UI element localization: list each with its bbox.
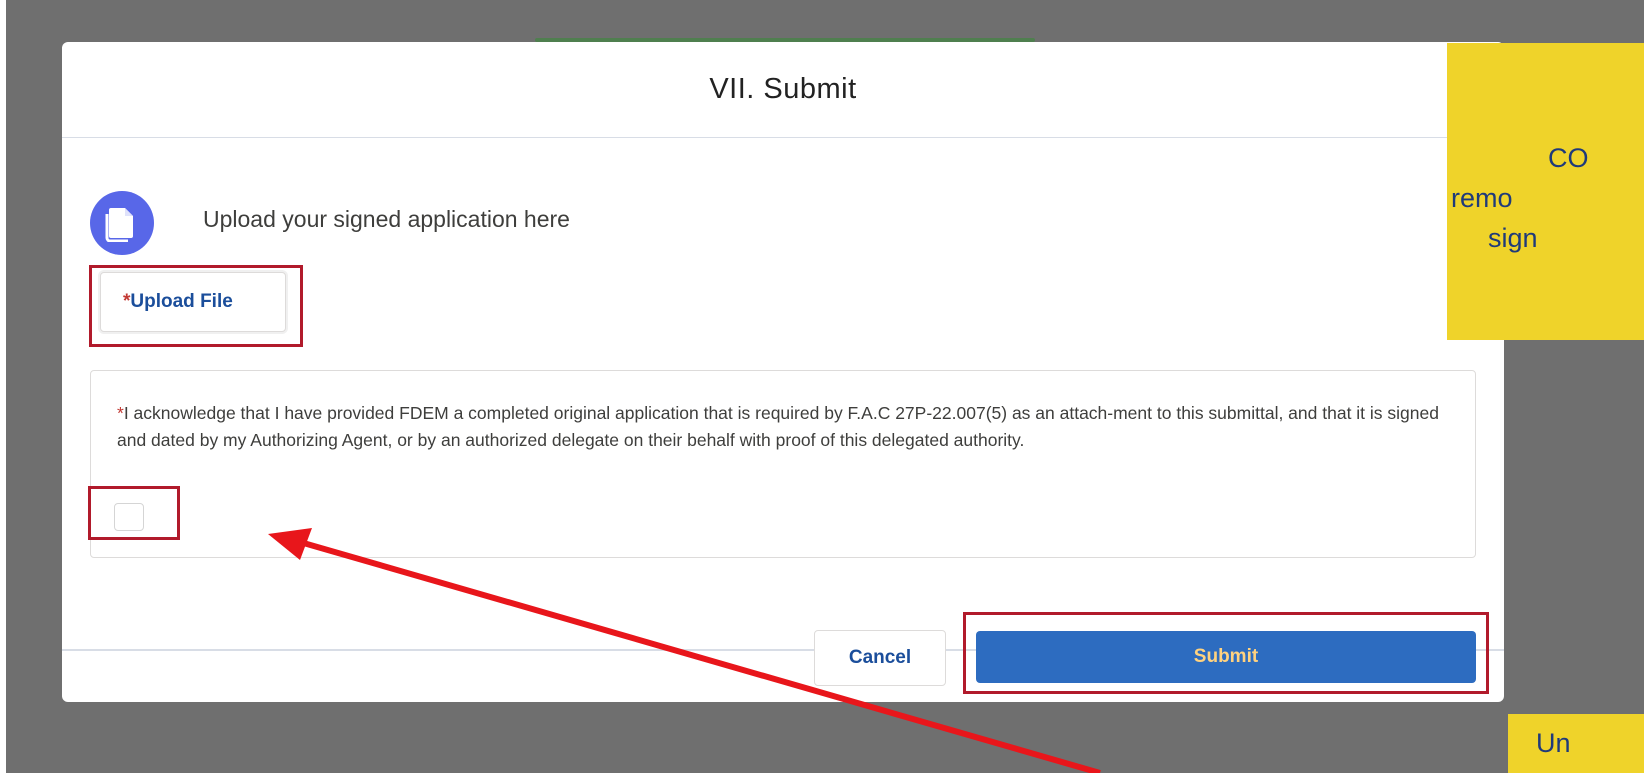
- note-line-2: remo: [1451, 183, 1513, 213]
- modal-title: VII. Submit: [709, 73, 857, 105]
- upload-heading: Upload your signed application here: [203, 206, 570, 232]
- upload-file-label: Upload File: [130, 291, 233, 312]
- acknowledgement-section: [90, 370, 1476, 558]
- modal-header: VII. Submit: [62, 42, 1504, 138]
- note-bottom-text: Un: [1536, 728, 1571, 758]
- ack-statement: I acknowledge that I have provided FDEM …: [117, 403, 1439, 450]
- document-copy-icon: [90, 191, 154, 255]
- upload-file-button[interactable]: *Upload File: [100, 272, 286, 332]
- annotation-note-top: CO remo sign: [1447, 43, 1644, 340]
- ack-required-mark: *: [117, 403, 124, 423]
- cancel-button[interactable]: Cancel: [814, 630, 946, 686]
- acknowledgement-text: *I acknowledge that I have provided FDEM…: [117, 400, 1442, 454]
- note-line-3: sign: [1488, 223, 1538, 253]
- submit-button[interactable]: Submit: [976, 631, 1476, 683]
- note-line-1: CO: [1548, 143, 1589, 173]
- annotation-note-bottom: Un: [1508, 714, 1644, 773]
- acknowledgement-checkbox[interactable]: [114, 503, 144, 531]
